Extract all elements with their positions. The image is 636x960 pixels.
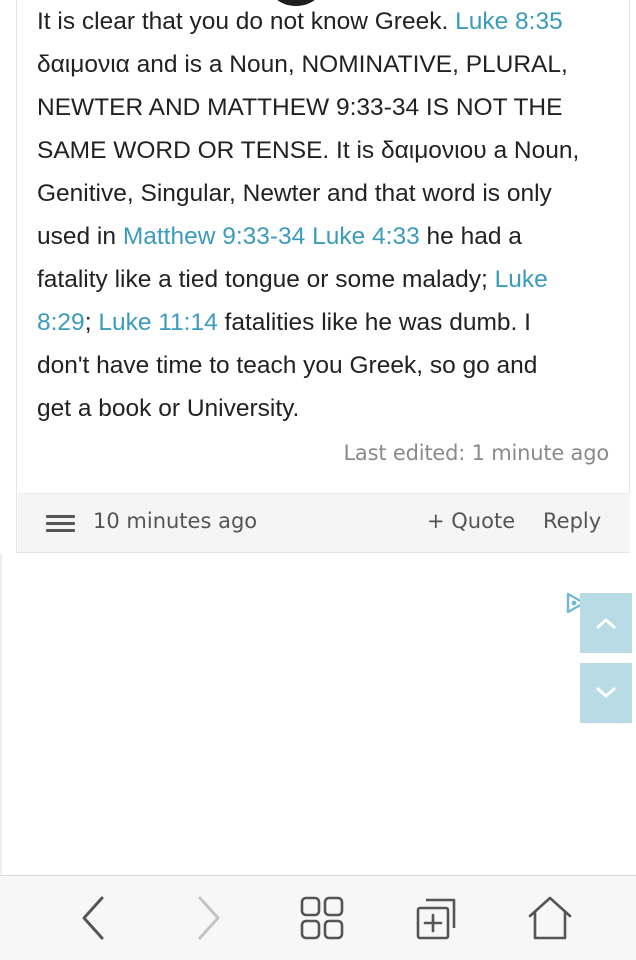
message-text: ; [84,309,99,336]
new-tab-icon [416,898,456,940]
scripture-reference-link[interactable]: 8:29 [37,309,85,336]
message-text: fatalities like he was dumb. I [217,309,531,336]
last-edited-text: Last edited: 1 minute ago [343,441,609,465]
message-line: get a book or University. [37,387,617,430]
message-line: 8:29; Luke 11:14 fatalities like he was … [37,301,617,344]
back-button[interactable] [66,890,122,946]
scroll-to-top-button[interactable] [580,593,632,653]
message-text: used in [37,223,123,250]
message-text: Genitive, Singular, Newter and that word… [37,180,552,207]
home-button[interactable] [522,890,578,946]
message-text: SAME WORD OR TENSE. It is δαιμονιου a No… [37,137,580,164]
message-line: fatality like a tied tongue or some mala… [37,258,617,301]
browser-bottom-bar [0,875,636,960]
page: It is clear that you do not know Greek. … [0,0,636,960]
message-text: δαιμονια and is a Noun, NOMINATIVE, PLUR… [37,51,568,78]
message-text: fatality like a tied tongue or some mala… [37,266,495,293]
back-arrow-icon [82,896,104,940]
reply-button[interactable]: Reply [543,509,601,533]
hamburger-icon[interactable] [46,515,75,532]
message-line: It is clear that you do not know Greek. … [37,0,617,43]
message-text: he had a [419,223,522,250]
message-line: SAME WORD OR TENSE. It is δαιμονιου a No… [37,129,617,172]
scripture-reference-link[interactable]: Matthew 9:33-34 [123,223,306,250]
message-text: It is clear that you do not know Greek. [37,8,456,35]
new-tab-button[interactable] [408,890,464,946]
tabs-grid-icon [300,896,344,940]
chevron-down-icon [596,687,616,698]
message-line: Genitive, Singular, Newter and that word… [37,172,617,215]
home-icon [528,896,572,940]
forward-button[interactable] [180,890,236,946]
scripture-reference-link[interactable]: Luke 8:35 [455,8,563,35]
message-text: NEWTER AND MATTHEW 9:33-34 IS NOT THE [37,94,563,121]
message-line: δαιμονια and is a Noun, NOMINATIVE, PLUR… [37,43,617,86]
message-body: It is clear that you do not know Greek. … [37,0,617,430]
page-left-border [0,553,2,875]
chevron-up-icon [596,618,616,629]
message-line: used in Matthew 9:33-34 Luke 4:33 he had… [37,215,617,258]
message-line: NEWTER AND MATTHEW 9:33-34 IS NOT THE [37,86,617,129]
scripture-reference-link[interactable]: Luke [495,266,548,293]
post-footer: 10 minutes ago + Quote Reply [18,493,630,552]
scripture-reference-link[interactable]: Luke 4:33 [312,223,420,250]
message-text: get a book or University. [37,395,300,422]
post-timestamp[interactable]: 10 minutes ago [93,509,257,533]
forward-arrow-icon [198,896,220,940]
message-line: don't have time to teach you Greek, so g… [37,344,617,387]
quote-button[interactable]: + Quote [427,509,515,533]
tabs-grid-button[interactable] [294,890,350,946]
post-card: It is clear that you do not know Greek. … [16,0,630,553]
scripture-reference-link[interactable]: Luke 11:14 [98,309,217,336]
scroll-to-bottom-button[interactable] [580,663,632,723]
message-text: don't have time to teach you Greek, so g… [37,352,538,379]
